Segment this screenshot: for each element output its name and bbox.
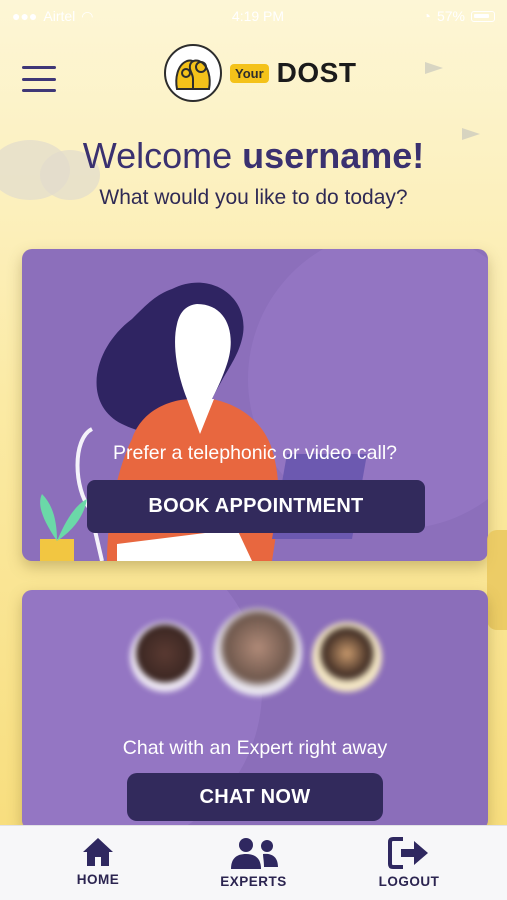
expert-avatar-2 bbox=[214, 608, 302, 696]
home-icon bbox=[83, 838, 113, 866]
signal-icon: ●●● bbox=[12, 8, 38, 24]
carrier-name: Airtel bbox=[43, 8, 76, 24]
app-logo: Your DOST bbox=[164, 44, 356, 102]
logo-dost: DOST bbox=[276, 57, 357, 88]
status-bar-left: ●●● Airtel ◠ bbox=[12, 8, 94, 25]
expert-avatar-3 bbox=[312, 622, 382, 692]
bird-decoration bbox=[425, 62, 443, 74]
tab-home[interactable]: HOME bbox=[43, 826, 153, 900]
appointment-prompt: Prefer a telephonic or video call? bbox=[113, 442, 397, 464]
welcome-heading: Welcome username! bbox=[0, 135, 507, 177]
welcome-username: username! bbox=[242, 135, 425, 176]
logo-heads-icon bbox=[164, 44, 222, 102]
status-bar-right: ◔ 57% bbox=[422, 8, 495, 24]
logo-your: Your bbox=[230, 63, 269, 83]
logout-icon bbox=[388, 837, 428, 869]
alarm-icon: ◔ bbox=[422, 8, 431, 24]
menu-icon[interactable] bbox=[22, 66, 56, 92]
welcome-subtitle: What would you like to do today? bbox=[99, 186, 408, 209]
chat-now-button[interactable]: CHAT NOW bbox=[127, 773, 383, 821]
status-bar: ●●● Airtel ◠ 4:19 PM ◔ 57% bbox=[0, 0, 507, 32]
clock: 4:19 PM bbox=[231, 8, 285, 24]
battery-percent: 57% bbox=[436, 8, 465, 24]
book-appointment-card: Prefer a telephonic or video call? BOOK … bbox=[22, 249, 488, 561]
welcome-prefix: Welcome bbox=[82, 135, 243, 176]
tab-home-label: HOME bbox=[76, 872, 120, 887]
book-appointment-button[interactable]: BOOK APPOINTMENT bbox=[87, 480, 425, 533]
tab-experts[interactable]: EXPERTS bbox=[199, 826, 309, 900]
chat-prompt: Chat with an Expert right away bbox=[122, 737, 388, 759]
chat-now-card: Chat with an Expert right away CHAT NOW bbox=[22, 590, 488, 830]
tab-logout-label: LOGOUT bbox=[378, 874, 440, 889]
expert-avatar-1 bbox=[130, 622, 200, 692]
tab-logout[interactable]: LOGOUT bbox=[354, 826, 464, 900]
side-decoration bbox=[487, 530, 507, 630]
bottom-tab-bar: HOME EXPERTS LOGOUT bbox=[0, 825, 507, 900]
wifi-icon: ◠ bbox=[81, 7, 94, 24]
battery-icon bbox=[470, 10, 495, 22]
experts-icon bbox=[230, 838, 278, 869]
tab-experts-label: EXPERTS bbox=[220, 874, 287, 889]
